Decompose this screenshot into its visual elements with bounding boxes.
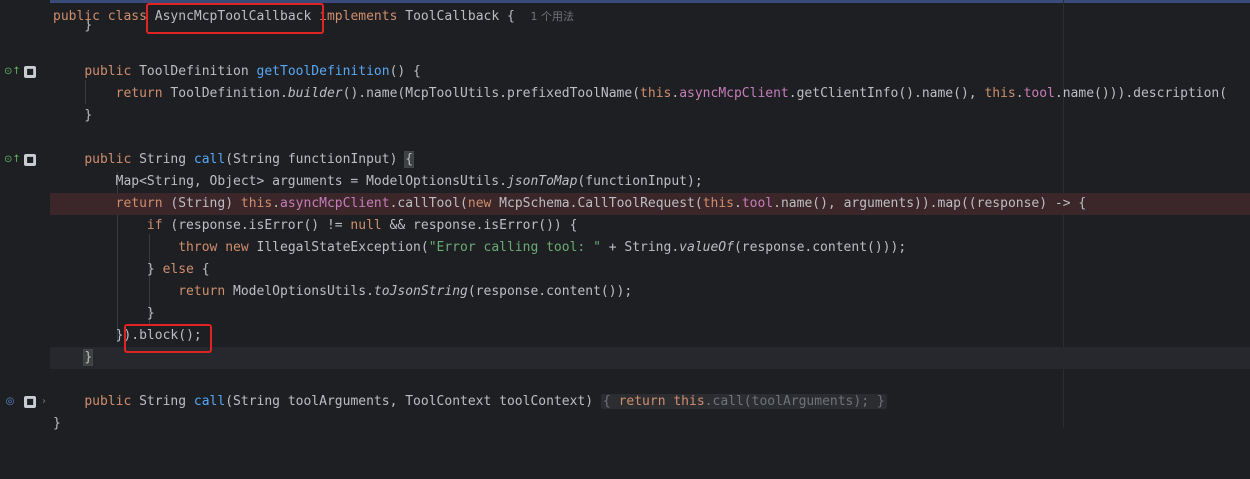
code-text: (String functionInput) <box>225 152 406 167</box>
matched-brace: } <box>83 349 94 366</box>
code-text: (response.isError() != <box>162 218 351 233</box>
keyword: public <box>84 64 132 79</box>
keyword: return <box>115 86 163 101</box>
breakpoint-marker-icon[interactable]: ■ <box>24 154 36 166</box>
code-line-block[interactable]: }).block(); <box>50 325 1250 347</box>
keyword: return <box>618 394 666 409</box>
code-line-close-method-current[interactable]: } <box>50 347 1250 369</box>
keyword: this <box>673 394 705 409</box>
code-line-map[interactable]: Map<String, Object> arguments = ModelOpt… <box>50 171 1250 193</box>
method-name: call <box>193 152 226 167</box>
code-line-getdef-close[interactable]: } <box>50 105 1250 127</box>
string-literal: "Error calling tool: " <box>428 240 601 255</box>
return-type: String <box>139 152 187 167</box>
editor-gutter: ⊙↑ ■ ⊙↑ ■ ◎ ■ › <box>0 0 50 428</box>
breakpoint-marker-icon[interactable]: ■ <box>24 396 36 408</box>
code-line-return-breakpoint[interactable]: return (String) this.asyncMcpClient.call… <box>50 193 1250 215</box>
code-text: () { <box>389 64 421 79</box>
code-text: . <box>734 196 742 211</box>
static-method: toJsonString <box>373 284 468 299</box>
keyword: public <box>84 152 132 167</box>
code-text: { <box>193 262 210 277</box>
code-text: (response.content())); <box>733 240 907 255</box>
keyword: new <box>225 240 249 255</box>
code-text: . <box>272 196 281 211</box>
brace: } <box>53 416 61 431</box>
brace: { <box>602 394 611 409</box>
code-text: ().name(McpToolUtils.prefixedToolName( <box>342 86 641 101</box>
code-editor[interactable]: public class AsyncMcpToolCallback implem… <box>50 0 1250 431</box>
return-type: String <box>139 394 187 409</box>
code-line-if[interactable]: if (response.isError() != null && respon… <box>50 215 1250 237</box>
code-text: .name())).description( <box>1054 86 1228 101</box>
method-name: call <box>193 394 226 409</box>
keyword: this <box>984 86 1016 101</box>
code-text: ToolDefinition. <box>170 86 288 101</box>
code-text: .name(), arguments)).map((response) -> { <box>773 196 1087 211</box>
keyword: this <box>702 196 734 211</box>
folded-region[interactable]: { return this.call(toolArguments); } <box>600 394 887 409</box>
field-name: asyncMcpClient <box>679 86 789 101</box>
code-text: (functionInput); <box>577 174 703 189</box>
implements-method-icon[interactable]: ⊙↑ <box>4 154 21 166</box>
keyword: return <box>178 284 226 299</box>
brace: } <box>876 394 885 409</box>
code-text: (String toolArguments, ToolContext toolC… <box>225 394 594 409</box>
static-method: jsonToMap <box>506 174 578 189</box>
field-name: tool <box>1023 86 1055 101</box>
code-text: (String) <box>162 196 241 211</box>
code-line-getdef-body[interactable]: return ToolDefinition.builder().name(Mcp… <box>50 83 1250 105</box>
keyword: public <box>84 394 132 409</box>
keyword: this <box>640 86 672 101</box>
code-line-call2-sig[interactable]: public String call(String toolArguments,… <box>50 391 1250 413</box>
keyword: return <box>115 196 163 211</box>
field-name: asyncMcpClient <box>280 196 390 211</box>
keyword: throw <box>178 240 218 255</box>
code-text: McpSchema.CallToolRequest( <box>491 196 703 211</box>
code-line-getdef-sig[interactable]: public ToolDefinition getToolDefinition(… <box>50 61 1250 83</box>
code-text: . <box>1015 86 1024 101</box>
keyword: this <box>240 196 273 211</box>
static-method: builder <box>287 86 343 101</box>
brace: } <box>146 306 155 321</box>
code-line-throw[interactable]: throw new IllegalStateException("Error c… <box>50 237 1250 259</box>
fold-chevron-icon[interactable]: › <box>38 396 50 408</box>
code-line-close-if[interactable]: } <box>50 303 1250 325</box>
code-line-call-sig[interactable]: public String call(String functionInput)… <box>50 149 1250 171</box>
brace: } <box>84 108 93 123</box>
code-text: .getClientInfo().name(), <box>788 86 985 101</box>
code-text: Map<String, Object> arguments = ModelOpt… <box>115 174 507 189</box>
code-line-return-json[interactable]: return ModelOptionsUtils.toJsonString(re… <box>50 281 1250 303</box>
breakpoint-marker-icon[interactable]: ■ <box>24 66 36 78</box>
keyword: if <box>146 218 163 233</box>
code-text: . <box>671 86 680 101</box>
return-type: ToolDefinition <box>139 64 249 79</box>
code-line-class-close[interactable]: } <box>50 413 1250 435</box>
highlight-box-block-call <box>124 324 212 353</box>
code-text: IllegalStateException( <box>248 240 429 255</box>
brace: } <box>84 20 93 32</box>
code-text: + String. <box>600 240 680 255</box>
code-text: .callTool( <box>389 196 468 211</box>
static-method: valueOf <box>679 240 734 255</box>
implements-method-icon[interactable]: ⊙↑ <box>4 66 21 78</box>
code-text: .call(toolArguments); <box>704 394 870 409</box>
overrides-method-icon[interactable]: ◎ <box>4 396 16 408</box>
code-line-else[interactable]: } else { <box>50 259 1250 281</box>
keyword: new <box>467 196 492 211</box>
method-name: getToolDefinition <box>256 64 390 79</box>
keyword: null <box>350 218 382 233</box>
matched-brace: { <box>404 151 415 168</box>
keyword: else <box>162 262 194 277</box>
code-text: ModelOptionsUtils. <box>225 284 374 299</box>
code-text: (response.content()); <box>467 284 633 299</box>
field-name: tool <box>741 196 774 211</box>
highlight-box-class-name <box>146 3 324 34</box>
code-text: } <box>146 262 163 277</box>
code-text: && response.isError()) { <box>381 218 578 233</box>
